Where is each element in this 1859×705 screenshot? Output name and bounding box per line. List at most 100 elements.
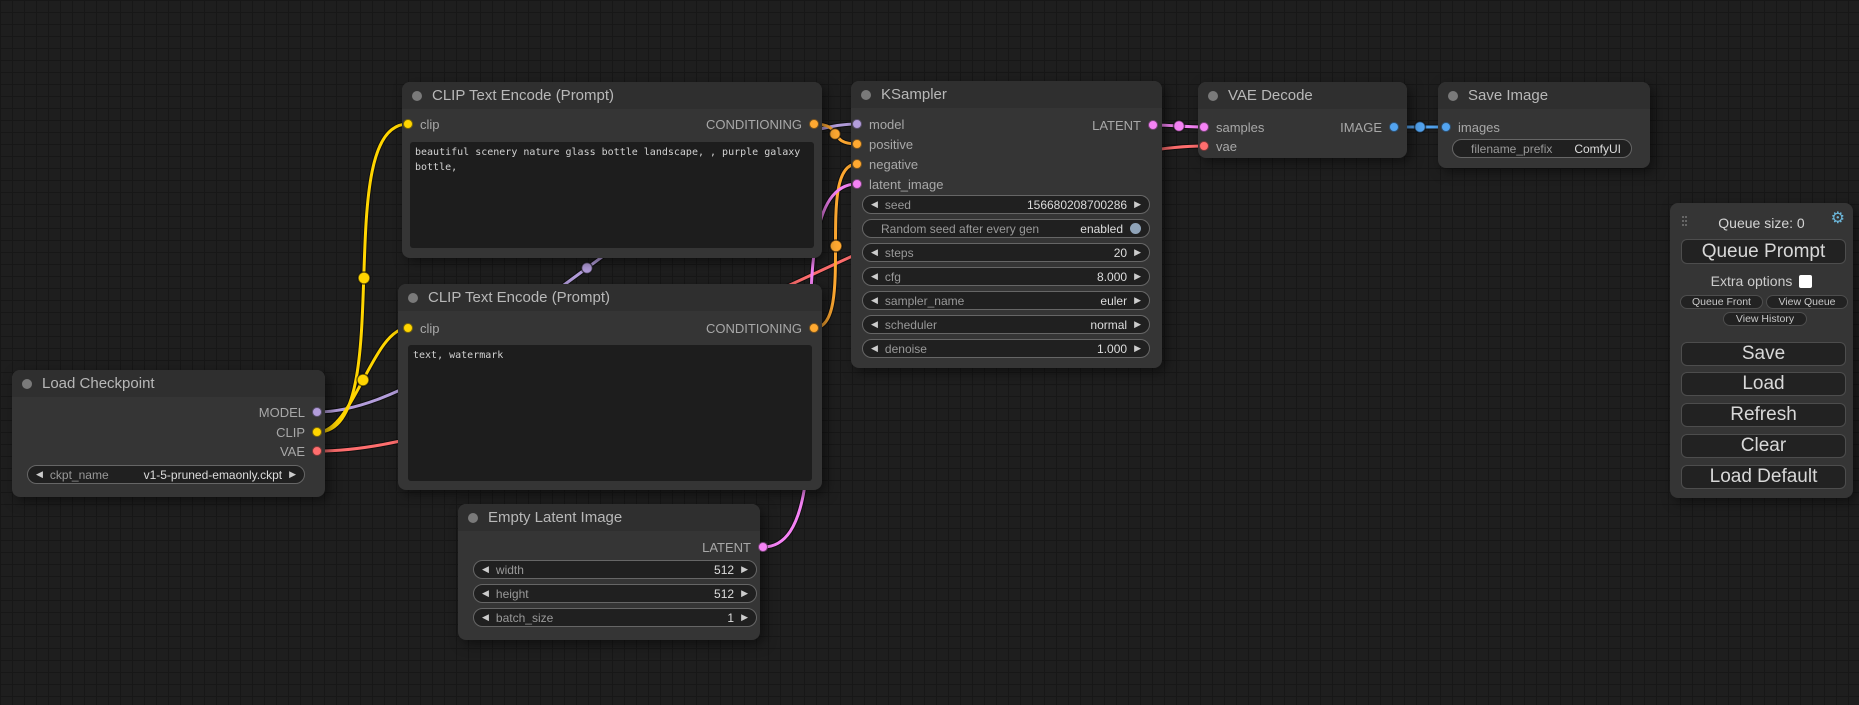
decrement-arrow-icon[interactable]: ◀ xyxy=(482,589,489,598)
increment-arrow-icon[interactable]: ▶ xyxy=(289,470,296,479)
decrement-arrow-icon[interactable]: ◀ xyxy=(36,470,43,479)
port-model-input[interactable]: model xyxy=(852,117,904,131)
latent-port-dot[interactable] xyxy=(1148,120,1158,130)
node-title-bar[interactable]: CLIP Text Encode (Prompt) xyxy=(398,284,822,311)
widget-batch-size[interactable]: ◀ batch_size 1 ▶ xyxy=(473,608,757,627)
port-latent-output[interactable]: LATENT xyxy=(1092,118,1158,132)
increment-arrow-icon[interactable]: ▶ xyxy=(741,589,748,598)
decrement-arrow-icon[interactable]: ◀ xyxy=(871,272,878,281)
port-model-output[interactable]: MODEL xyxy=(259,405,322,419)
port-negative-input[interactable]: negative xyxy=(852,157,918,171)
node-title-bar[interactable]: VAE Decode xyxy=(1198,82,1407,109)
increment-arrow-icon[interactable]: ▶ xyxy=(1134,248,1141,257)
port-samples-input[interactable]: samples xyxy=(1199,120,1264,134)
port-positive-input[interactable]: positive xyxy=(852,137,913,151)
widget-ckpt-name[interactable]: ◀ ckpt_name v1-5-pruned-emaonly.ckpt ▶ xyxy=(27,465,305,484)
port-latent-output[interactable]: LATENT xyxy=(702,540,768,554)
port-clip-input[interactable]: clip xyxy=(403,117,440,131)
increment-arrow-icon[interactable]: ▶ xyxy=(741,565,748,574)
port-conditioning-output[interactable]: CONDITIONING xyxy=(706,117,819,131)
node-status-dot xyxy=(468,513,478,523)
latent-port-dot[interactable] xyxy=(852,179,862,189)
save-button[interactable]: Save xyxy=(1681,342,1846,366)
increment-arrow-icon[interactable]: ▶ xyxy=(1134,296,1141,305)
widget-filename-prefix[interactable]: filename_prefix ComfyUI xyxy=(1452,139,1632,158)
port-vae-input[interactable]: vae xyxy=(1199,139,1237,153)
widget-scheduler[interactable]: ◀ scheduler normal ▶ xyxy=(862,315,1150,334)
toggle-dot[interactable] xyxy=(1130,223,1141,234)
node-clip-text-encode-negative[interactable]: CLIP Text Encode (Prompt) clip CONDITION… xyxy=(398,284,822,490)
node-vae-decode[interactable]: VAE Decode samples vae IMAGE xyxy=(1198,82,1407,158)
conditioning-port-dot[interactable] xyxy=(852,159,862,169)
extra-options-label: Extra options xyxy=(1711,273,1793,289)
positive-prompt-textarea[interactable]: beautiful scenery nature glass bottle la… xyxy=(410,142,814,248)
node-title: CLIP Text Encode (Prompt) xyxy=(428,289,610,306)
clear-button[interactable]: Clear xyxy=(1681,434,1846,458)
widget-width[interactable]: ◀ width 512 ▶ xyxy=(473,560,757,579)
widget-cfg[interactable]: ◀ cfg 8.000 ▶ xyxy=(862,267,1150,286)
image-port-dot[interactable] xyxy=(1389,122,1399,132)
vae-port-dot[interactable] xyxy=(312,446,322,456)
model-port-dot[interactable] xyxy=(312,407,322,417)
settings-gear-icon[interactable]: ⚙ xyxy=(1831,211,1845,227)
image-port-dot[interactable] xyxy=(1441,122,1451,132)
increment-arrow-icon[interactable]: ▶ xyxy=(1134,272,1141,281)
decrement-arrow-icon[interactable]: ◀ xyxy=(871,296,878,305)
widget-label: width xyxy=(496,563,524,577)
node-title-bar[interactable]: Save Image xyxy=(1438,82,1650,109)
widget-random-seed-toggle[interactable]: Random seed after every gen enabled xyxy=(862,219,1150,238)
refresh-button[interactable]: Refresh xyxy=(1681,403,1846,427)
clip-port-dot[interactable] xyxy=(403,323,413,333)
load-default-button[interactable]: Load Default xyxy=(1681,465,1846,489)
increment-arrow-icon[interactable]: ▶ xyxy=(1134,344,1141,353)
node-clip-text-encode-positive[interactable]: CLIP Text Encode (Prompt) clip CONDITION… xyxy=(402,82,822,258)
load-button[interactable]: Load xyxy=(1681,372,1846,396)
decrement-arrow-icon[interactable]: ◀ xyxy=(482,613,489,622)
vae-port-dot[interactable] xyxy=(1199,141,1209,151)
node-load-checkpoint[interactable]: Load Checkpoint MODEL CLIP VAE ◀ ckpt_na… xyxy=(12,370,325,497)
port-clip-input[interactable]: clip xyxy=(403,321,440,335)
clip-port-dot[interactable] xyxy=(312,427,322,437)
increment-arrow-icon[interactable]: ▶ xyxy=(1134,320,1141,329)
extra-options-checkbox[interactable] xyxy=(1799,275,1812,288)
decrement-arrow-icon[interactable]: ◀ xyxy=(482,565,489,574)
queue-panel[interactable]: Queue size: 0 ⚙ Queue Prompt Extra optio… xyxy=(1670,203,1853,498)
latent-port-dot[interactable] xyxy=(758,542,768,552)
port-clip-output[interactable]: CLIP xyxy=(276,425,322,439)
view-history-button[interactable]: View History xyxy=(1723,312,1807,326)
increment-arrow-icon[interactable]: ▶ xyxy=(741,613,748,622)
decrement-arrow-icon[interactable]: ◀ xyxy=(871,200,878,209)
node-empty-latent-image[interactable]: Empty Latent Image LATENT ◀ width 512 ▶ … xyxy=(458,504,760,640)
port-latent-image-input[interactable]: latent_image xyxy=(852,177,943,191)
widget-steps[interactable]: ◀ steps 20 ▶ xyxy=(862,243,1150,262)
conditioning-port-dot[interactable] xyxy=(852,139,862,149)
widget-height[interactable]: ◀ height 512 ▶ xyxy=(473,584,757,603)
node-title-bar[interactable]: Load Checkpoint xyxy=(12,370,325,397)
decrement-arrow-icon[interactable]: ◀ xyxy=(871,248,878,257)
port-image-output[interactable]: IMAGE xyxy=(1340,120,1399,134)
widget-value: 1.000 xyxy=(1097,342,1127,356)
node-title-bar[interactable]: KSampler xyxy=(851,81,1162,108)
model-port-dot[interactable] xyxy=(852,119,862,129)
clip-port-dot[interactable] xyxy=(403,119,413,129)
widget-denoise[interactable]: ◀ denoise 1.000 ▶ xyxy=(862,339,1150,358)
node-save-image[interactable]: Save Image images filename_prefix ComfyU… xyxy=(1438,82,1650,168)
negative-prompt-textarea[interactable]: text, watermark xyxy=(408,345,812,481)
node-title-bar[interactable]: CLIP Text Encode (Prompt) xyxy=(402,82,822,109)
node-ksampler[interactable]: KSampler model positive negative latent_… xyxy=(851,81,1162,368)
decrement-arrow-icon[interactable]: ◀ xyxy=(871,344,878,353)
conditioning-port-dot[interactable] xyxy=(809,119,819,129)
decrement-arrow-icon[interactable]: ◀ xyxy=(871,320,878,329)
queue-front-button[interactable]: Queue Front xyxy=(1680,295,1763,309)
view-queue-button[interactable]: View Queue xyxy=(1766,295,1848,309)
node-title-bar[interactable]: Empty Latent Image xyxy=(458,504,760,531)
port-images-input[interactable]: images xyxy=(1441,120,1500,134)
port-vae-output[interactable]: VAE xyxy=(280,444,322,458)
port-conditioning-output[interactable]: CONDITIONING xyxy=(706,321,819,335)
widget-seed[interactable]: ◀ seed 156680208700286 ▶ xyxy=(862,195,1150,214)
queue-prompt-button[interactable]: Queue Prompt xyxy=(1681,239,1846,264)
latent-port-dot[interactable] xyxy=(1199,122,1209,132)
increment-arrow-icon[interactable]: ▶ xyxy=(1134,200,1141,209)
widget-sampler-name[interactable]: ◀ sampler_name euler ▶ xyxy=(862,291,1150,310)
conditioning-port-dot[interactable] xyxy=(809,323,819,333)
